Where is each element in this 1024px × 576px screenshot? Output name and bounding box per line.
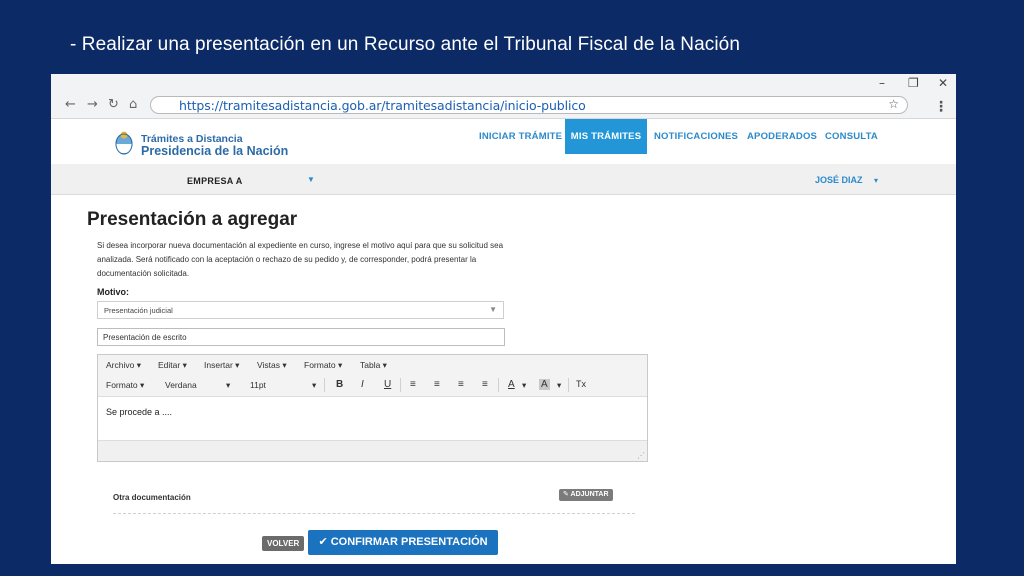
logo-subtitle: Presidencia de la Nación bbox=[141, 144, 289, 158]
align-left-icon[interactable]: ≡ bbox=[410, 379, 416, 390]
clear-formatting-icon[interactable]: Tx bbox=[576, 379, 586, 389]
chevron-down-icon: ▼ bbox=[489, 305, 497, 314]
background-color-icon[interactable]: A bbox=[539, 379, 550, 390]
justify-icon[interactable]: ≡ bbox=[482, 379, 488, 390]
empresa-selector[interactable]: EMPRESA A bbox=[187, 176, 243, 186]
toolbar-divider bbox=[498, 378, 499, 392]
format-dropdown[interactable]: Formato ▾ bbox=[106, 380, 144, 391]
menu-vistas[interactable]: Vistas ▾ bbox=[257, 360, 287, 371]
back-arrow-icon[interactable]: ← bbox=[65, 97, 76, 112]
argentina-shield-icon bbox=[115, 131, 133, 155]
font-family-caret-icon[interactable]: ▾ bbox=[226, 380, 230, 391]
bookmark-star-icon[interactable]: ☆ bbox=[888, 97, 899, 111]
editor-formatbar: Formato ▾ Verdana ▾ 11pt ▾ B I U ≡ ≡ ≡ ≡… bbox=[98, 374, 647, 397]
restore-icon[interactable]: ❐ bbox=[908, 76, 919, 90]
subject-input-value: Presentación de escrito bbox=[103, 333, 187, 342]
align-center-icon[interactable]: ≡ bbox=[434, 379, 440, 390]
background-color-caret-icon[interactable]: ▾ bbox=[557, 380, 561, 391]
editor-menubar: Archivo ▾ Editar ▾ Insertar ▾ Vistas ▾ F… bbox=[98, 355, 647, 374]
font-family-select[interactable]: Verdana bbox=[165, 380, 197, 390]
back-button[interactable]: VOLVER bbox=[262, 536, 305, 551]
nav-mis-tramites[interactable]: MIS TRÁMITES bbox=[565, 119, 647, 154]
editor-statusbar: ⋰ bbox=[98, 440, 647, 461]
toolbar-divider bbox=[400, 378, 401, 392]
page-title: Presentación a agregar bbox=[87, 209, 298, 230]
url-text[interactable]: https://tramitesadistancia.gob.ar/tramit… bbox=[179, 98, 586, 113]
motivo-label: Motivo: bbox=[97, 287, 129, 297]
reload-icon[interactable]: ↻ bbox=[108, 97, 119, 112]
editor-content[interactable]: Se procede a .... bbox=[106, 407, 172, 417]
browser-window: – ❐ ✕ ← → ↻ ⌂ https://tramitesadistancia… bbox=[51, 74, 956, 564]
text-color-caret-icon[interactable]: ▾ bbox=[522, 380, 526, 391]
intro-text: Si desea incorporar nueva documentación … bbox=[97, 241, 504, 278]
bold-icon[interactable]: B bbox=[336, 379, 343, 390]
user-caret-icon[interactable]: ▾ bbox=[874, 176, 878, 185]
forward-arrow-icon[interactable]: → bbox=[87, 97, 98, 112]
italic-icon[interactable]: I bbox=[361, 379, 364, 390]
empresa-caret-icon[interactable]: ▼ bbox=[307, 175, 315, 184]
font-size-select[interactable]: 11pt bbox=[250, 380, 266, 390]
underline-icon[interactable]: U bbox=[384, 379, 391, 390]
nav-consulta[interactable]: CONSULTA bbox=[825, 119, 878, 154]
motivo-select-value: Presentación judicial bbox=[104, 306, 173, 315]
nav-notificaciones[interactable]: NOTIFICACIONES bbox=[654, 119, 738, 154]
resize-handle-icon[interactable]: ⋰ bbox=[637, 451, 645, 460]
site-header: Trámites a Distancia Presidencia de la N… bbox=[51, 119, 956, 165]
toolbar-divider bbox=[324, 378, 325, 392]
attach-button[interactable]: ✎ ADJUNTAR bbox=[559, 489, 613, 501]
toolbar-divider bbox=[568, 378, 569, 392]
nav-iniciar-tramite[interactable]: INICIAR TRÁMITE bbox=[479, 119, 562, 154]
slide-title: - Realizar una presentación en un Recurs… bbox=[70, 34, 740, 55]
menu-tabla[interactable]: Tabla ▾ bbox=[360, 360, 387, 371]
home-icon[interactable]: ⌂ bbox=[129, 97, 137, 112]
menu-archivo[interactable]: Archivo ▾ bbox=[106, 360, 141, 371]
user-menu[interactable]: JOSÉ DIAZ bbox=[815, 175, 863, 185]
motivo-select[interactable]: Presentación judicial ▼ bbox=[97, 301, 504, 319]
browser-titlebar: – ❐ ✕ bbox=[51, 74, 956, 94]
subject-input[interactable]: Presentación de escrito bbox=[97, 328, 505, 346]
text-color-icon[interactable]: A bbox=[508, 379, 515, 390]
account-bar: EMPRESA A ▼ JOSÉ DIAZ ▾ bbox=[51, 164, 956, 195]
nav-apoderados[interactable]: APODERADOS bbox=[747, 119, 817, 154]
menu-formato[interactable]: Formato ▾ bbox=[304, 360, 342, 371]
align-right-icon[interactable]: ≡ bbox=[458, 379, 464, 390]
browser-toolbar: ← → ↻ ⌂ https://tramitesadistancia.gob.a… bbox=[51, 94, 956, 119]
minimize-icon[interactable]: – bbox=[879, 76, 885, 90]
browser-menu-icon[interactable]: ⋮ bbox=[934, 98, 948, 115]
menu-insertar[interactable]: Insertar ▾ bbox=[204, 360, 239, 371]
confirm-button[interactable]: ✔ CONFIRMAR PRESENTACIÓN bbox=[308, 530, 498, 555]
rich-text-editor: Archivo ▾ Editar ▾ Insertar ▾ Vistas ▾ F… bbox=[97, 354, 648, 462]
font-size-caret-icon[interactable]: ▾ bbox=[312, 380, 316, 391]
divider bbox=[113, 513, 635, 514]
close-icon[interactable]: ✕ bbox=[938, 76, 948, 90]
otra-documentacion-label: Otra documentación bbox=[113, 493, 191, 502]
menu-editar[interactable]: Editar ▾ bbox=[158, 360, 187, 371]
address-bar[interactable]: https://tramitesadistancia.gob.ar/tramit… bbox=[150, 96, 908, 114]
